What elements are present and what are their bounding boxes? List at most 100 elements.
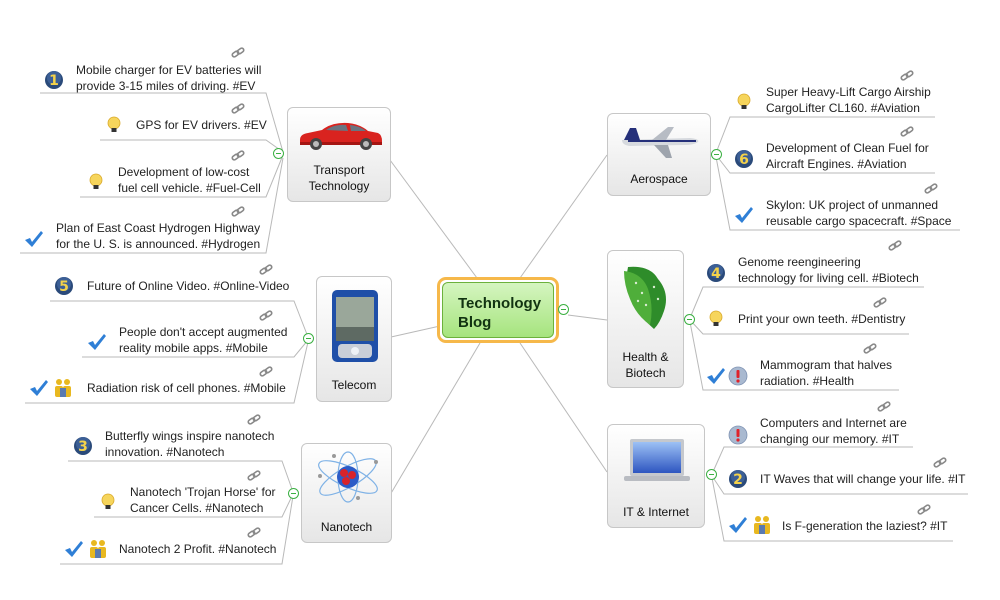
connector-transport-2 [100, 139, 284, 153]
hyperlink-icon[interactable] [231, 47, 245, 59]
leaf-nanotech-2-line1: Nanotech 'Trojan Horse' for [130, 485, 276, 499]
hyperlink-icon[interactable] [924, 183, 938, 195]
topic-nanotech-label: Nanotech [320, 520, 373, 534]
topic-it[interactable]: IT & Internet [607, 424, 705, 528]
svg-text:6: 6 [739, 152, 749, 168]
checkmark-icon [729, 517, 747, 533]
hyperlink-icon[interactable] [231, 206, 245, 218]
leaf-transport-4-line1: Plan of East Coast Hydrogen Highway [56, 221, 261, 235]
idea-bulb-icon [101, 493, 115, 509]
priority-4-icon: 4 [707, 264, 725, 282]
hyperlink-icon[interactable] [900, 126, 914, 138]
central-topic[interactable]: Technology Blog [437, 277, 559, 343]
idea-bulb-icon [709, 310, 723, 326]
leaf-telecom-2-line2: reality mobile apps. #Mobile [119, 341, 268, 355]
leaf-it-1-line1: Computers and Internet are [760, 416, 907, 430]
hyperlink-icon[interactable] [933, 457, 947, 469]
connector-central-nanotech [389, 342, 481, 496]
leaf-aerospace-2-line2: Aircraft Engines. #Aviation [766, 157, 907, 171]
leaf-nanotech-3-line1: Nanotech 2 Profit. #Nanotech [119, 542, 277, 556]
leaf-transport-3-line2: fuel cell vehicle. #Fuel-Cell [118, 181, 261, 195]
hyperlink-icon[interactable] [873, 297, 887, 309]
hyperlink-icon[interactable] [877, 401, 891, 413]
leaf-telecom-3-line1: Radiation risk of cell phones. #Mobile [87, 381, 286, 395]
svg-text:1: 1 [49, 73, 59, 89]
leaf-nanotech-2-line2: Cancer Cells. #Nanotech [130, 501, 264, 515]
leaf-health-3-line1: Mammogram that halves [760, 358, 893, 372]
hyperlink-icon[interactable] [900, 70, 914, 82]
central-title-line2: Blog [458, 314, 492, 331]
leaf-nanotech-1-line1: Butterfly wings inspire nanotech [105, 429, 275, 443]
connector-central-it [519, 342, 608, 473]
hyperlink-icon[interactable] [259, 264, 273, 276]
hyperlink-icon[interactable] [231, 150, 245, 162]
collapse-toggle-aerospace[interactable] [711, 149, 722, 160]
checkmark-icon [735, 207, 753, 223]
leaf-aerospace-1-line2: CargoLifter CL160. #Aviation [766, 101, 920, 115]
hyperlink-icon[interactable] [247, 414, 261, 426]
topic-transport[interactable]: Transport Technology [287, 107, 391, 202]
priority-1-icon: 1 [45, 71, 63, 89]
leaf-nanotech-1-line2: innovation. #Nanotech [105, 445, 225, 459]
checkmark-icon [707, 368, 725, 384]
leaf-aerospace-1-line1: Super Heavy-Lift Cargo Airship [766, 85, 931, 99]
hyperlink-icon[interactable] [247, 527, 261, 539]
collapse-toggle-health[interactable] [684, 314, 695, 325]
priority-6-icon: 6 [735, 150, 753, 168]
collapse-toggle-transport[interactable] [273, 148, 284, 159]
pda-device-icon [332, 290, 378, 362]
leaf-it-3-line1: Is F-generation the laziest? #IT [782, 519, 948, 533]
leaf-aerospace-2-line1: Development of Clean Fuel for [766, 141, 929, 155]
hyperlink-icon[interactable] [259, 310, 273, 322]
hyperlink-icon[interactable] [259, 366, 273, 378]
topic-transport-label-line2: Technology [308, 179, 370, 193]
leaf-aerospace-3-line2: reusable cargo spacecraft. #Space [766, 214, 952, 228]
hyperlink-icon[interactable] [917, 504, 931, 516]
connector-central-health [567, 314, 608, 321]
leaf-it-2-line1: IT Waves that will change your life. #IT [760, 472, 966, 486]
hyperlink-icon[interactable] [247, 470, 261, 482]
svg-text:3: 3 [78, 439, 88, 455]
connector-central-transport [389, 159, 478, 279]
svg-text:2: 2 [733, 472, 743, 488]
hyperlink-icon[interactable] [863, 343, 877, 355]
topic-aerospace-label: Aerospace [630, 172, 688, 186]
topic-telecom[interactable]: Telecom [316, 276, 392, 402]
leaf-aerospace-3-line1: Skylon: UK project of unmanned [766, 198, 939, 212]
priority-5-icon: 5 [55, 277, 73, 295]
collapse-toggle-central[interactable] [558, 304, 569, 315]
alert-icon [728, 425, 748, 445]
leaf-transport-1-line2: provide 3-15 miles of driving. #EV [76, 79, 256, 93]
hyperlink-icon[interactable] [231, 103, 245, 115]
central-title-line1: Technology [458, 295, 542, 312]
topic-health-label-line2: Biotech [625, 366, 666, 380]
leaf-transport-2-line1: GPS for EV drivers. #EV [136, 118, 267, 132]
connector-central-aerospace [519, 154, 608, 279]
checkmark-icon [88, 334, 106, 350]
collapse-toggle-it[interactable] [706, 469, 717, 480]
leaf-telecom-2-line1: People don't accept augmented [119, 325, 288, 339]
idea-bulb-icon [737, 93, 751, 109]
leaf-transport-1-line1: Mobile charger for EV batteries will [76, 63, 262, 77]
svg-text:5: 5 [59, 279, 69, 295]
airplane-icon [622, 127, 699, 158]
red-car-icon [300, 122, 382, 150]
topic-transport-label-line1: Transport [313, 163, 365, 177]
atom-icon [318, 451, 378, 503]
topic-health-label-line1: Health & [622, 350, 669, 364]
topic-aerospace[interactable]: Aerospace [607, 113, 711, 196]
priority-3-icon: 3 [74, 437, 92, 455]
hyperlink-icon[interactable] [888, 240, 902, 252]
leaf-health-3-line2: radiation. #Health [760, 374, 855, 388]
leaf-health-1-line2: technology for living cell. #Biotech [738, 271, 919, 285]
green-leaves-icon [624, 266, 666, 329]
topic-health[interactable]: Health & Biotech [607, 250, 684, 388]
alert-icon [728, 366, 748, 386]
people-icon [90, 540, 106, 558]
leaf-it-1-line2: changing our memory. #IT [760, 432, 900, 446]
collapse-toggle-telecom[interactable] [303, 333, 314, 344]
topic-nanotech[interactable]: Nanotech [301, 443, 392, 543]
collapse-toggle-nanotech[interactable] [288, 488, 299, 499]
priority-2-icon: 2 [729, 470, 747, 488]
laptop-icon [624, 439, 690, 481]
